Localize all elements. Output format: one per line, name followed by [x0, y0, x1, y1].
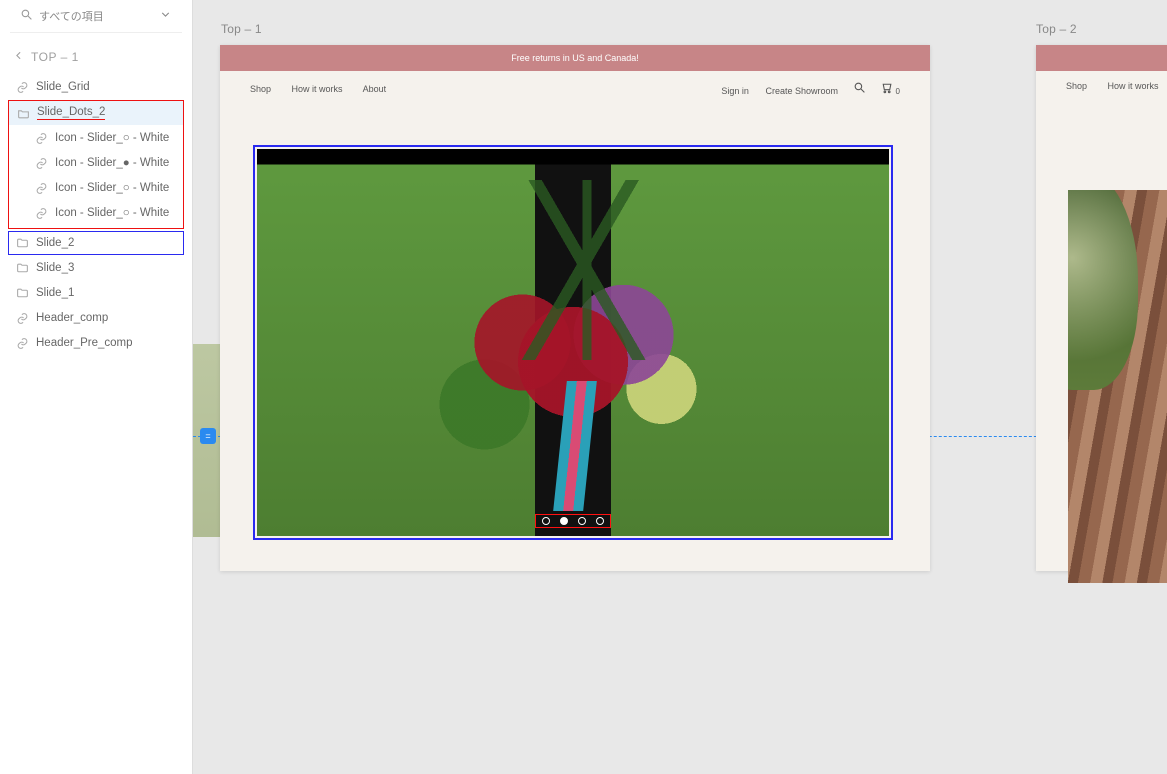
nav-link-create[interactable]: Create Showroom: [765, 86, 838, 96]
nav-link-about[interactable]: About: [363, 84, 387, 94]
nav-link-how[interactable]: How it works: [292, 84, 343, 94]
layer-item[interactable]: Icon - Slider_● - White: [9, 151, 183, 175]
site-nav: Shop How it works About: [1036, 71, 1167, 91]
nav-link-shop[interactable]: Shop: [1066, 81, 1087, 91]
layer-item[interactable]: Slide_Grid: [8, 75, 184, 99]
link-icon: [15, 336, 29, 350]
layer-item[interactable]: Slide_3: [8, 256, 184, 280]
layer-item-selected[interactable]: Slide_Dots_2: [9, 101, 183, 125]
slide-2-selection[interactable]: [253, 145, 893, 540]
search-placeholder: すべての項目: [39, 8, 159, 24]
folder-icon: [15, 236, 29, 250]
nav-link-signin[interactable]: Sign in: [721, 86, 749, 96]
nav-link-how[interactable]: How it works: [1108, 81, 1159, 91]
search-row[interactable]: すべての項目: [10, 0, 182, 33]
slider-dot-empty-icon[interactable]: [578, 517, 586, 525]
link-icon: [15, 80, 29, 94]
layer-label: Icon - Slider_○ - White: [55, 132, 169, 144]
layer-label: Header_Pre_comp: [36, 337, 133, 349]
layer-label: Slide_3: [36, 262, 74, 274]
hero-image-bouquet: [257, 149, 889, 536]
hero-image-fence: [1068, 190, 1167, 583]
link-icon: [34, 156, 48, 170]
layer-label: Icon - Slider_○ - White: [55, 182, 169, 194]
cart-icon[interactable]: [880, 86, 896, 96]
promo-banner: Free returns in US and Canada!: [1036, 45, 1167, 71]
link-icon: [34, 131, 48, 145]
folder-icon: [15, 286, 29, 300]
breadcrumb-label: TOP – 1: [31, 50, 79, 64]
layer-label: Icon - Slider_● - White: [55, 157, 169, 169]
layer-label: Slide_Dots_2: [37, 106, 105, 120]
chevron-down-icon[interactable]: [159, 8, 172, 24]
layer-label: Slide_1: [36, 287, 74, 299]
annotation-red-box: Slide_Dots_2 Icon - Slider_○ - White Ico…: [8, 100, 184, 229]
link-icon: [15, 311, 29, 325]
slider-dot-empty-icon[interactable]: [542, 517, 550, 525]
layer-item[interactable]: Header_Pre_comp: [8, 331, 184, 355]
guide-handle-icon[interactable]: =: [200, 428, 216, 444]
layer-label: Slide_2: [36, 237, 74, 249]
annotation-blue-box: Slide_2: [8, 231, 184, 255]
frame-label-1[interactable]: Top – 1: [221, 22, 262, 36]
layer-item[interactable]: Slide_2: [8, 231, 184, 255]
breadcrumb-back[interactable]: TOP – 1: [0, 43, 192, 75]
frame-label-2[interactable]: Top – 2: [1036, 22, 1077, 36]
site-nav: Shop How it works About Sign in Create S…: [220, 71, 930, 96]
layer-item[interactable]: Icon - Slider_○ - White: [9, 126, 183, 150]
design-canvas[interactable]: Top – 1 Top – 2 = Free returns in US and…: [193, 0, 1167, 774]
search-icon[interactable]: [853, 86, 869, 96]
layer-tree: Slide_Grid Slide_Dots_2 Icon - Slider_○ …: [0, 75, 192, 356]
layer-label: Icon - Slider_○ - White: [55, 207, 169, 219]
slider-dot-filled-icon[interactable]: [560, 517, 568, 525]
layer-label: Slide_Grid: [36, 81, 90, 93]
nav-link-shop[interactable]: Shop: [250, 84, 271, 94]
folder-open-icon: [16, 106, 30, 120]
folder-icon: [15, 261, 29, 275]
cart-count: 0: [896, 87, 900, 96]
layer-item[interactable]: Header_comp: [8, 306, 184, 330]
search-icon: [20, 8, 33, 24]
promo-banner: Free returns in US and Canada!: [220, 45, 930, 71]
link-icon: [34, 206, 48, 220]
layers-panel: すべての項目 TOP – 1 Slide_Grid Slide_Dots_2: [0, 0, 193, 774]
artboard-top-2[interactable]: Free returns in US and Canada! Shop How …: [1036, 45, 1167, 571]
chevron-left-icon: [12, 49, 25, 65]
layer-item[interactable]: Slide_1: [8, 281, 184, 305]
link-icon: [34, 181, 48, 195]
slide-dots-2-selection[interactable]: [535, 514, 611, 528]
layer-item[interactable]: Icon - Slider_○ - White: [9, 201, 183, 225]
slider-dot-empty-icon[interactable]: [596, 517, 604, 525]
layer-label: Header_comp: [36, 312, 108, 324]
layer-item[interactable]: Icon - Slider_○ - White: [9, 176, 183, 200]
